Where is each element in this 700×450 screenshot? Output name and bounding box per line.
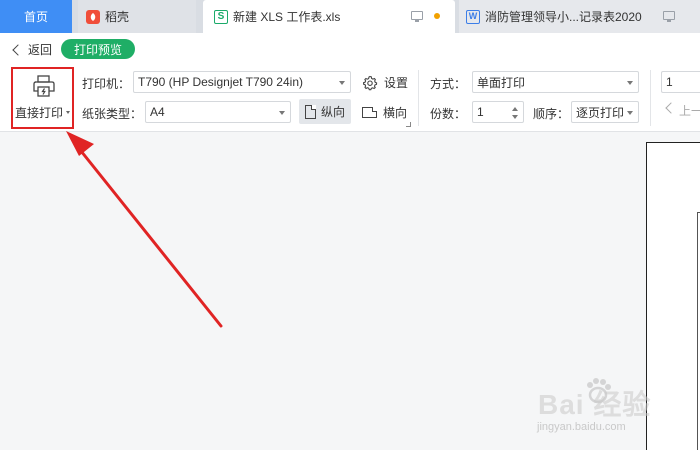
spreadsheet-icon: S [214,9,228,24]
copies-stepper[interactable]: 1 [472,101,524,123]
portrait-label: 纵向 [321,105,346,119]
daoke-logo-icon [86,9,100,24]
chevron-down-icon [279,111,285,115]
copies-value: 1 [477,105,484,119]
printer-select[interactable]: T790 (HP Designjet T790 24in) [133,71,351,93]
chevron-down-icon[interactable] [512,115,518,119]
printer-label: 打印机： [82,77,131,91]
direct-print-button[interactable]: 直接打印 [11,67,74,129]
chevron-down-icon [339,81,345,85]
paper-type-label: 纸张类型： [82,107,143,121]
print-method-label: 方式： [430,77,467,91]
print-method-select[interactable]: 单面打印 [472,71,639,93]
tab-daoke[interactable]: 稻壳 [78,0,196,33]
page-number-value: 1 [666,75,673,89]
landscape-label: 横向 [383,106,408,120]
printer-value: T790 (HP Designjet T790 24in) [138,75,303,89]
chevron-left-icon [12,43,24,56]
previous-page-label[interactable]: 上一 [679,102,700,119]
tab-daoke-label: 稻壳 [105,10,130,24]
order-select[interactable]: 逐页打印 [571,101,639,123]
tab-bar: 首页 稻壳 S 新建 XLS 工作表.xls W 消防管理领导小...记录表20… [0,0,700,33]
preview-page [646,142,700,450]
word-doc-icon: W [466,9,480,24]
unsaved-dot-icon [434,13,440,19]
expand-corner-icon[interactable] [406,122,411,127]
back-button[interactable]: 返回 [12,41,53,58]
chevron-down-icon [627,111,633,115]
paper-type-value: A4 [150,105,165,119]
watermark-url: jingyan.baidu.com [537,421,626,433]
toolbar-divider [418,70,419,126]
settings-button[interactable]: 设置 [362,74,408,91]
back-label: 返回 [28,43,53,57]
printer-icon [33,75,55,97]
portrait-button[interactable]: 纵向 [299,99,351,124]
print-method-value: 单面打印 [477,75,526,90]
monitor-icon[interactable] [411,11,423,22]
chevron-down-icon [627,81,633,85]
chevron-up-icon[interactable] [512,107,518,111]
toolbar-divider [650,70,651,126]
monitor-icon[interactable] [663,11,675,22]
landscape-page-icon [362,107,377,118]
tab-xls-label: 新建 XLS 工作表.xls [233,10,341,24]
tab-home-label: 首页 [23,10,48,24]
page-number-field[interactable]: 1 [661,71,700,93]
landscape-button[interactable]: 横向 [362,104,407,121]
settings-label: 设置 [384,76,409,90]
copies-label: 份数： [430,107,467,121]
print-preview-badge: 打印预览 [61,39,135,59]
order-label: 顺序： [533,107,570,121]
portrait-page-icon [305,104,316,119]
tab-home[interactable]: 首页 [0,0,72,33]
direct-print-label-row: 直接打印 [13,104,72,121]
gear-icon [363,75,378,90]
tab-doc-label: 消防管理领导小...记录表2020 [485,10,642,24]
direct-print-label: 直接打印 [14,106,63,120]
paper-type-select[interactable]: A4 [145,101,291,123]
watermark-text: Bai 经验 [538,389,652,420]
chevron-down-icon [66,111,70,114]
order-value: 逐页打印 [576,105,625,120]
